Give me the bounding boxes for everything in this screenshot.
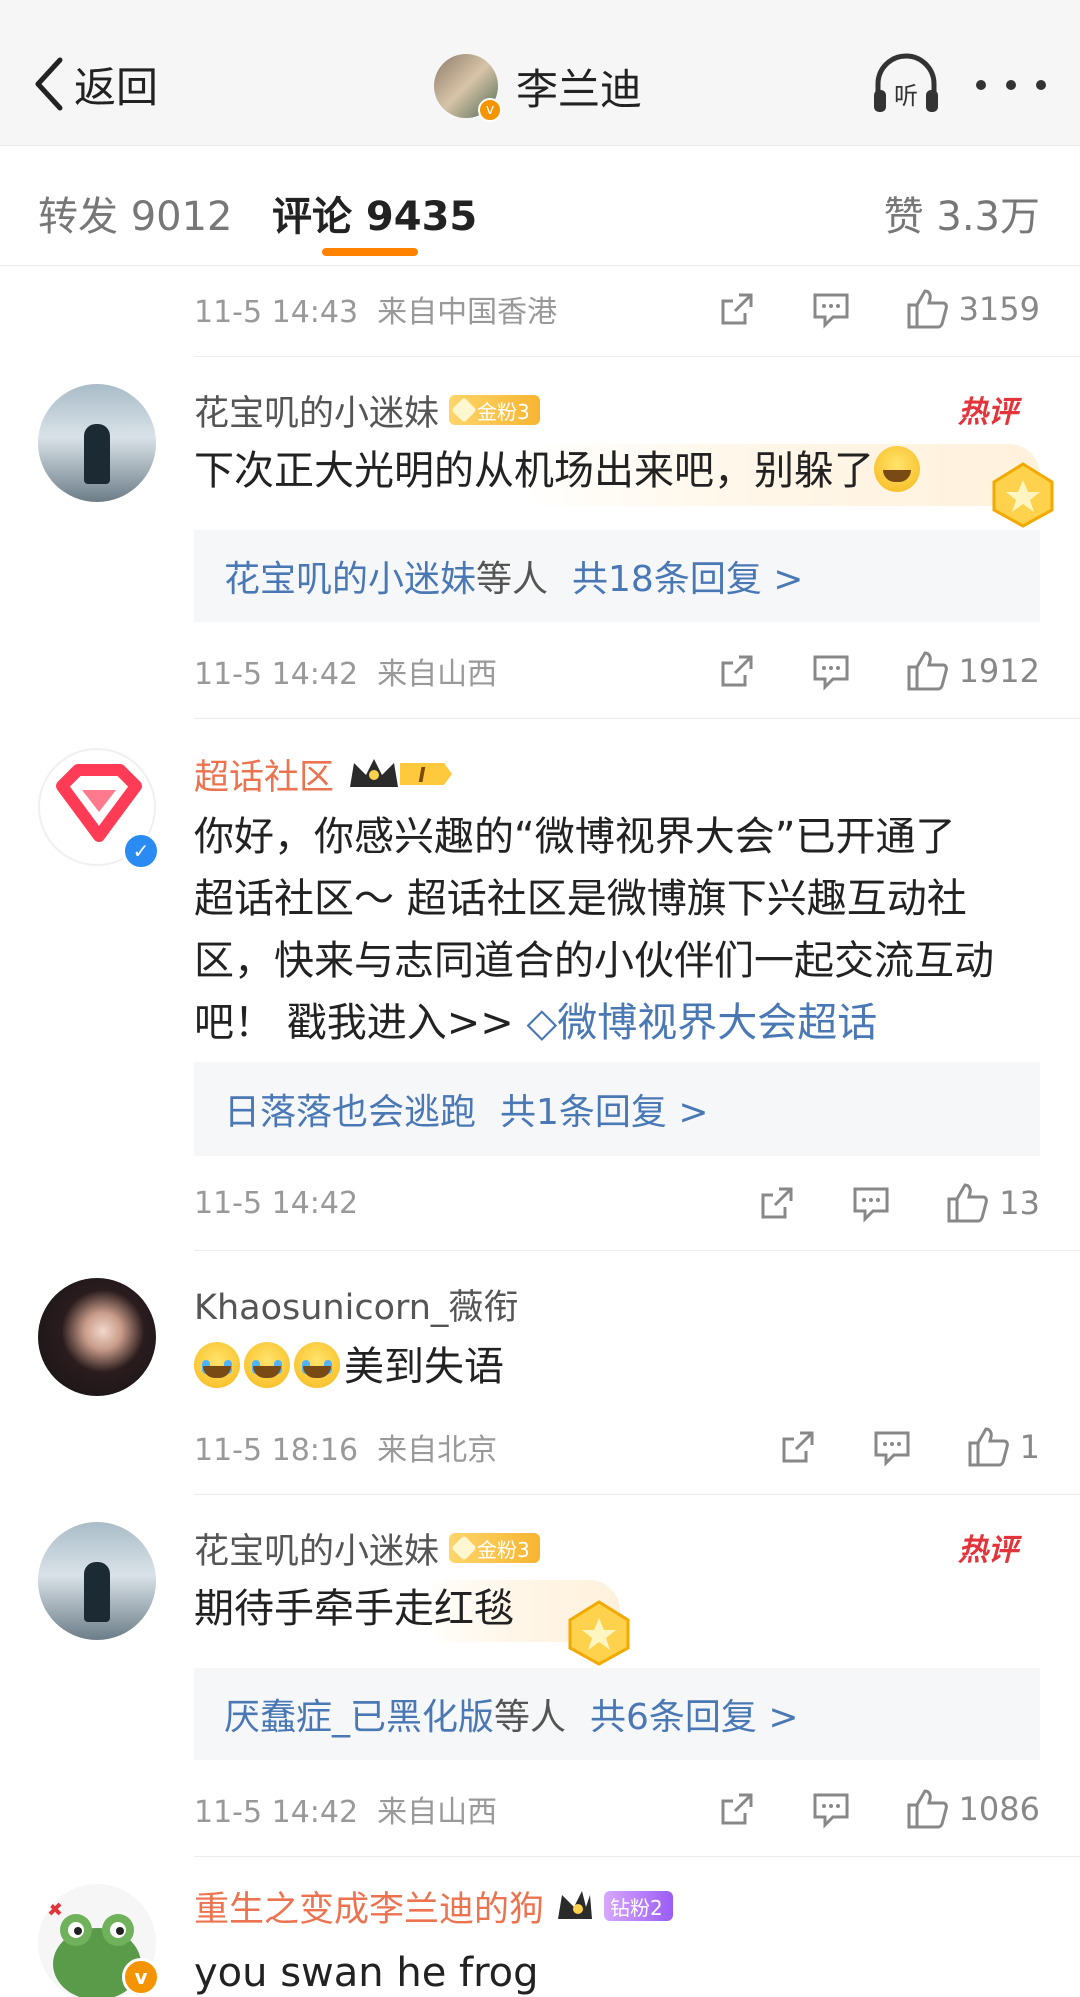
divider	[194, 1494, 1080, 1495]
comment-meta-row: 11-5 14:42 13	[194, 1178, 1040, 1228]
verified-icon: v	[478, 98, 502, 122]
crying-emoji-icon	[294, 1342, 340, 1388]
reply-preview[interactable]: 日落落也会逃跑 共1条回复 >	[194, 1062, 1040, 1156]
comment-icon[interactable]	[851, 1183, 891, 1223]
comment-username[interactable]: 超话社区 I	[194, 748, 454, 800]
comment-meta-row: 11-5 14:43 来自中国香港 3159	[194, 284, 1040, 334]
comment-username[interactable]: 花宝叽的小迷妹 金粉3	[194, 1522, 540, 1574]
crying-emoji-icon	[244, 1342, 290, 1388]
reply-suffix: 等人	[476, 559, 549, 600]
share-icon[interactable]	[717, 289, 757, 329]
comment-time: 11-5 14:42 来自山西	[194, 1795, 498, 1830]
thumbs-up-icon	[907, 651, 948, 691]
reply-author[interactable]: 花宝叽的小迷妹	[224, 550, 476, 602]
verified-icon: v	[122, 1958, 160, 1996]
reply-count[interactable]: 共6条回复 >	[590, 1688, 799, 1740]
like-count: 1086	[958, 1790, 1040, 1828]
comment-meta-row: 11-5 18:16 来自北京 1	[194, 1422, 1040, 1472]
fan-badge: 钻粉2	[604, 1891, 673, 1921]
avatar[interactable]	[38, 384, 156, 502]
comment-icon[interactable]	[811, 1789, 851, 1829]
comment-icon[interactable]	[872, 1427, 912, 1467]
fan-badge: 金粉3	[449, 1533, 540, 1563]
comment-time: 11-5 14:42 来自山西	[194, 657, 498, 692]
reply-count[interactable]: 共1条回复 >	[500, 1083, 709, 1135]
crying-emoji-icon	[194, 1342, 240, 1388]
reply-preview[interactable]: 花宝叽的小迷妹 等人 共18条回复 >	[194, 530, 1040, 622]
reply-author[interactable]: 日落落也会逃跑	[224, 1083, 476, 1135]
comment-meta-row: 11-5 14:42 来自山西 1086	[194, 1784, 1040, 1834]
crown-badge-text: I	[418, 763, 426, 787]
share-icon[interactable]	[757, 1183, 797, 1223]
avatar[interactable]	[38, 1278, 156, 1396]
comment-text: 美到失语	[194, 1336, 1054, 1398]
crown-badge-icon: I	[350, 759, 453, 787]
share-icon[interactable]	[717, 651, 757, 691]
chevron-left-icon	[35, 57, 63, 111]
tab-bar: 转发 9012 评论 9435 赞 3.3万	[0, 146, 1080, 266]
tab-likes[interactable]: 赞 3.3万	[884, 184, 1040, 242]
title-text: 李兰迪	[516, 64, 643, 114]
comment-icon[interactable]	[811, 651, 851, 691]
comment-username[interactable]: 重生之变成李兰迪的狗 钻粉2	[194, 1880, 673, 1932]
like-button[interactable]: 13	[945, 1181, 1040, 1225]
back-label: 返回	[74, 62, 159, 112]
comment-text: 你好，你感兴趣的“微博视界大会”已开通了 超话社区～ 超话社区是微博旗下兴趣互动…	[194, 814, 994, 1046]
comment-time: 11-5 14:43 来自中国香港	[194, 295, 558, 330]
thinking-emoji-icon	[874, 446, 920, 492]
share-icon[interactable]	[778, 1427, 818, 1467]
reply-author[interactable]: 厌蠢症_已黑化版	[224, 1688, 494, 1740]
headphones-icon[interactable]: 听	[870, 52, 942, 116]
divider	[194, 1250, 1080, 1251]
like-count: 13	[999, 1184, 1040, 1222]
more-button[interactable]	[976, 60, 1046, 110]
listen-label: 听	[894, 82, 918, 110]
reply-count[interactable]: 共18条回复 >	[572, 550, 803, 602]
top-nav-bar: 返回 v 李兰迪 听	[0, 0, 1080, 146]
comment-text: you swan he frog	[194, 1950, 539, 1996]
hot-comment-badge: 热评	[958, 395, 1018, 430]
comment-time: 11-5 18:16 来自北京	[194, 1433, 498, 1468]
like-button[interactable]: 3159	[905, 287, 1040, 331]
thumbs-up-icon	[968, 1427, 1009, 1467]
back-button[interactable]: 返回	[30, 48, 158, 120]
thumbs-up-icon	[907, 289, 948, 329]
like-count: 1912	[958, 652, 1040, 690]
share-icon[interactable]	[717, 1789, 757, 1829]
hot-comment-badge: 热评	[958, 1533, 1018, 1568]
comment-text: 下次正大光明的从机场出来吧，别躲了	[194, 440, 1054, 502]
divider	[194, 718, 1080, 719]
comment-username[interactable]: 花宝叽的小迷妹 金粉3	[194, 384, 540, 436]
like-count: 3159	[958, 290, 1040, 328]
divider	[194, 1856, 1080, 1857]
verified-icon: ✓	[122, 832, 160, 870]
like-button[interactable]: 1912	[905, 649, 1040, 693]
page-title[interactable]: v 李兰迪	[434, 46, 642, 126]
reply-suffix: 等人	[494, 1697, 567, 1738]
crown-icon	[558, 1891, 593, 1919]
comment-icon[interactable]	[811, 289, 851, 329]
tab-comments[interactable]: 评论 9435	[272, 184, 477, 242]
like-count: 1	[1019, 1428, 1040, 1466]
like-button[interactable]: 1	[966, 1425, 1040, 1469]
medal-icon	[992, 462, 1054, 528]
divider	[194, 356, 1080, 357]
like-button[interactable]: 1086	[905, 1787, 1040, 1831]
fan-badge: 金粉3	[449, 395, 540, 425]
avatar[interactable]	[38, 1522, 156, 1640]
thumbs-up-icon	[907, 1789, 948, 1829]
active-tab-indicator	[322, 248, 418, 256]
avatar: v	[434, 54, 502, 122]
tab-repost[interactable]: 转发 9012	[38, 184, 233, 242]
reply-preview[interactable]: 厌蠢症_已黑化版 等人 共6条回复 >	[194, 1668, 1040, 1760]
thumbs-up-icon	[947, 1183, 989, 1223]
medal-icon	[568, 1600, 630, 1666]
comment-username[interactable]: Khaosunicorn_薇衔	[194, 1278, 518, 1330]
super-topic-link[interactable]: ◇微博视界大会超话	[526, 1000, 877, 1046]
comment-time: 11-5 14:42	[194, 1185, 359, 1221]
comment-meta-row: 11-5 14:42 来自山西 1912	[194, 646, 1040, 696]
